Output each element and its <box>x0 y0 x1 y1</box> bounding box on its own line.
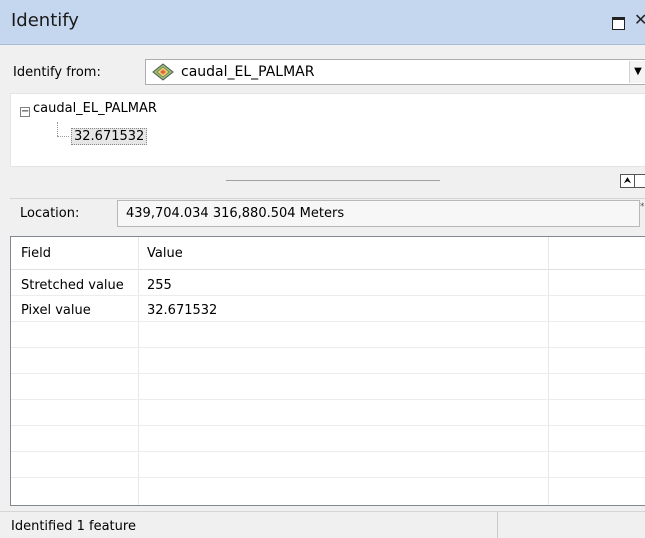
column-header-value[interactable]: Value <box>147 246 183 261</box>
title-bar: Identify ✕ <box>0 0 645 45</box>
value-cell[interactable]: 255 <box>147 278 172 293</box>
identify-from-dropdown[interactable]: caudal_EL_PALMAR ▼ <box>145 59 645 85</box>
attribute-grid[interactable]: Field Value Stretched value 255 Pixel va… <box>10 236 645 506</box>
row-divider <box>11 477 645 478</box>
tree-layer-node[interactable]: caudal_EL_PALMAR <box>33 101 157 116</box>
results-tree[interactable]: − caudal_EL_PALMAR 32.671532 <box>10 93 645 167</box>
status-bar: Identified 1 feature <box>0 511 645 538</box>
identify-from-label: Identify from: <box>13 65 101 80</box>
row-divider <box>11 295 645 296</box>
raster-layer-icon <box>152 63 174 81</box>
collapse-icon[interactable]: − <box>20 107 30 117</box>
status-divider <box>497 512 498 538</box>
status-text: Identified 1 feature <box>11 519 136 534</box>
row-divider <box>11 399 645 400</box>
tree-feature-node[interactable]: 32.671532 <box>71 128 148 145</box>
value-cell[interactable]: 32.671532 <box>147 303 217 318</box>
splitter-side-button[interactable] <box>634 174 645 188</box>
pin-icon[interactable]: * <box>640 202 645 212</box>
collapse-up-icon[interactable]: ⮝ <box>620 174 635 188</box>
grid-header: Field Value <box>11 237 645 270</box>
dropdown-arrow-icon[interactable]: ▼ <box>629 61 645 83</box>
location-label: Location: <box>20 206 80 221</box>
column-divider <box>548 237 549 505</box>
close-icon[interactable]: ✕ <box>634 10 645 29</box>
row-divider <box>11 347 645 348</box>
panel-splitter[interactable] <box>226 180 440 181</box>
row-divider <box>11 321 645 322</box>
window-title: Identify <box>11 10 79 31</box>
tree-connector <box>57 122 58 136</box>
row-divider <box>11 451 645 452</box>
column-header-field[interactable]: Field <box>21 246 51 261</box>
field-cell[interactable]: Stretched value <box>21 278 124 293</box>
row-divider <box>11 425 645 426</box>
identify-from-value: caudal_EL_PALMAR <box>181 64 315 80</box>
location-value: 439,704.034 316,880.504 Meters <box>126 206 345 221</box>
location-field[interactable]: 439,704.034 316,880.504 Meters <box>117 200 640 227</box>
row-divider <box>11 373 645 374</box>
field-cell[interactable]: Pixel value <box>21 303 91 318</box>
column-divider <box>138 237 139 505</box>
location-panel: Location: 439,704.034 316,880.504 Meters <box>10 198 645 231</box>
restore-icon[interactable] <box>612 17 625 30</box>
tree-connector <box>57 136 69 137</box>
